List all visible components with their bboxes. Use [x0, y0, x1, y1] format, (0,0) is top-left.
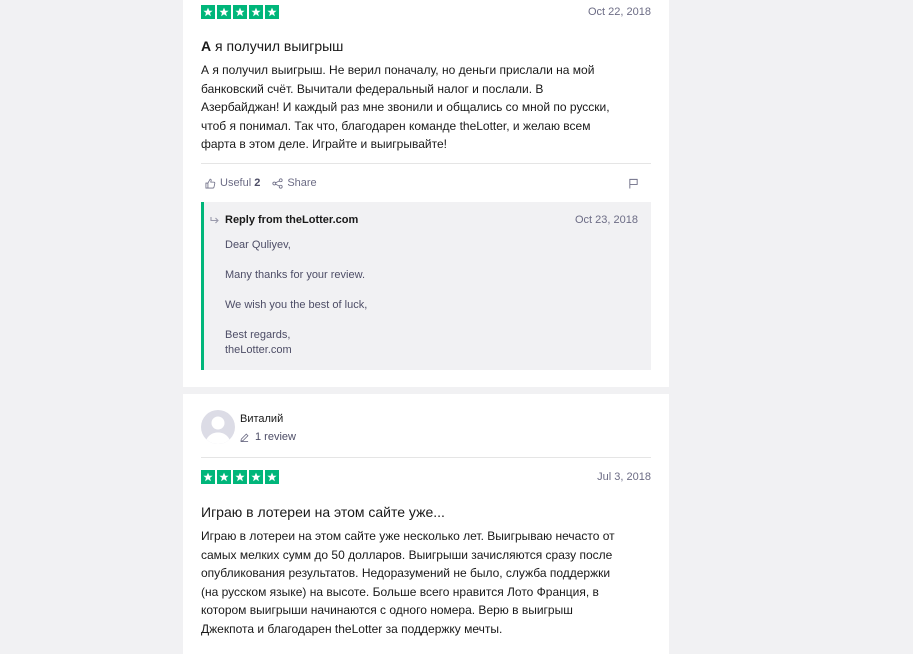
reply-arrow-icon	[210, 217, 219, 224]
review-body: Играю в лотереи на этом сайте уже нескол…	[201, 529, 615, 636]
reply-header: Reply from theLotter.com	[210, 214, 358, 226]
user-silhouette-icon	[205, 416, 231, 444]
reply-title: Reply from theLotter.com	[225, 214, 359, 226]
star-rating	[201, 5, 279, 19]
review-card: Виталий 1 review Jul 3, 2018 Играю в лот…	[183, 394, 669, 654]
reply-line: Many thanks for your review.	[225, 269, 366, 281]
reply-date: Oct 23, 2018	[575, 214, 638, 226]
share-label: Share	[287, 177, 317, 189]
star-icon	[201, 5, 215, 19]
review-date: Jul 3, 2018	[597, 471, 651, 483]
star-icon	[249, 5, 263, 19]
share-button[interactable]: Share	[272, 177, 317, 189]
reply-line: We wish you the best of luck,	[225, 299, 368, 311]
star-icon	[217, 5, 231, 19]
star-icon	[217, 470, 231, 484]
star-icon	[265, 5, 279, 19]
reply-line: theLotter.com	[225, 344, 292, 356]
avatar[interactable]	[201, 410, 235, 444]
review-actions: Useful 2 Share	[205, 177, 329, 189]
flag-icon[interactable]	[628, 178, 639, 189]
divider	[201, 163, 651, 164]
company-reply: Reply from theLotter.com Oct 23, 2018 De…	[201, 202, 651, 370]
pencil-icon	[240, 433, 249, 442]
star-rating	[201, 470, 279, 484]
review-title[interactable]: А я получил выигрыш	[201, 38, 343, 54]
useful-button[interactable]: Useful 2	[205, 177, 260, 189]
reviewer-name[interactable]: Виталий	[240, 413, 283, 425]
useful-count: 2	[254, 177, 261, 189]
star-icon	[201, 470, 215, 484]
review-title-rest: я получил выигрыш	[211, 38, 344, 54]
reply-line: Dear Quliyev,	[225, 239, 291, 251]
review-card: Oct 22, 2018 А я получил выигрыш А я пол…	[183, 0, 669, 387]
review-title-first: А	[201, 38, 212, 54]
star-icon	[249, 470, 263, 484]
thumbs-up-icon	[205, 178, 216, 188]
star-icon	[233, 5, 247, 19]
star-icon	[233, 470, 247, 484]
useful-label: Useful	[220, 177, 252, 189]
review-count: 1 review	[240, 431, 296, 443]
review-body: А я получил выигрыш. Не верил поначалу, …	[201, 63, 610, 151]
divider	[201, 457, 651, 458]
review-title[interactable]: Играю в лотереи на этом сайте уже...	[201, 504, 445, 520]
share-icon	[272, 177, 283, 189]
review-count-label: 1 review	[255, 431, 296, 443]
review-date: Oct 22, 2018	[588, 6, 651, 18]
reply-line: Best regards,	[225, 329, 291, 341]
star-icon	[265, 470, 279, 484]
